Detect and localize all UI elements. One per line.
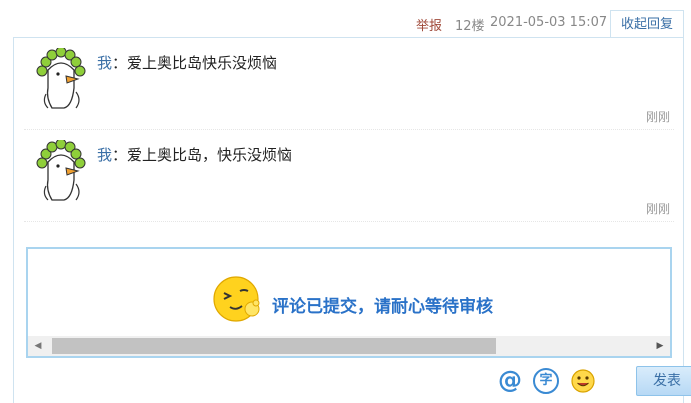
reply-item: 我：爱上奥比岛快乐没烦恼 刚刚	[24, 38, 674, 130]
reply-time: 刚刚	[645, 110, 670, 124]
reply-text: 我：爱上奥比岛快乐没烦恼	[97, 52, 277, 73]
submit-button[interactable]: 发表	[636, 366, 691, 396]
wink-face-icon	[200, 273, 272, 329]
reply-separator: ：	[112, 54, 128, 72]
scrollbar-thumb[interactable]	[52, 338, 496, 354]
horizontal-scrollbar[interactable]: ◀ ▶	[28, 336, 670, 356]
smiley-icon[interactable]	[570, 368, 596, 394]
reply-editor[interactable]: 评论已提交，请耐心等待审核 ◀ ▶	[26, 247, 672, 358]
toast-message: 评论已提交，请耐心等待审核	[272, 297, 493, 317]
goose-avatar-icon[interactable]	[34, 48, 90, 110]
floor-label: 12楼	[455, 19, 485, 34]
reply-text: 我：爱上奥比岛，快乐没烦恼	[97, 144, 292, 165]
post-timestamp: 2021-05-03 15:07	[490, 15, 608, 30]
reply-panel: 我：爱上奥比岛快乐没烦恼 刚刚 我：爱上奥比岛，快乐没烦恼 刚刚 评论已提交，请…	[13, 37, 691, 403]
reply-separator: ：	[112, 146, 128, 164]
collapse-replies-button[interactable]: 收起回复	[610, 10, 684, 38]
reply-author-link[interactable]: 我	[97, 54, 112, 72]
reply-item: 我：爱上奥比岛，快乐没烦恼 刚刚	[24, 130, 674, 222]
arrow-left-icon[interactable]: ◀	[28, 336, 48, 356]
arrow-right-icon[interactable]: ▶	[650, 336, 670, 356]
post-meta-bar: 举报 12楼 2021-05-03 15:07 收起回复	[0, 10, 691, 38]
reply-author-link[interactable]: 我	[97, 146, 112, 164]
report-link[interactable]: 举报	[416, 15, 442, 34]
at-icon[interactable]: @	[498, 368, 524, 394]
editor-toolbar: @ 字 发表	[14, 364, 691, 398]
goose-avatar-icon[interactable]	[34, 140, 90, 202]
reply-time: 刚刚	[645, 202, 670, 216]
reply-content: 爱上奥比岛，快乐没烦恼	[127, 146, 293, 164]
reply-content: 爱上奥比岛快乐没烦恼	[127, 54, 278, 72]
font-icon[interactable]: 字	[533, 368, 559, 394]
